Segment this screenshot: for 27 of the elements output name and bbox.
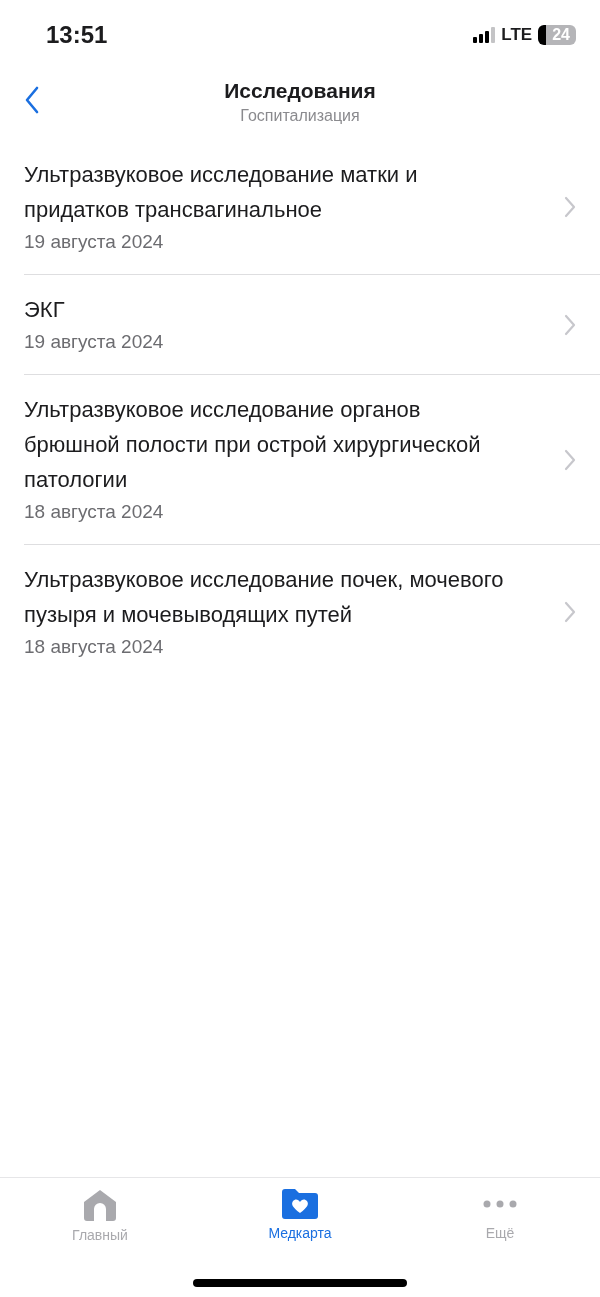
screen-title: Исследования bbox=[224, 79, 376, 103]
study-date: 18 августа 2024 bbox=[24, 500, 165, 524]
home-icon bbox=[83, 1189, 117, 1221]
study-date: 19 августа 2024 bbox=[24, 330, 165, 354]
study-list-item[interactable]: Ультразвуковое исследование почек, мочевого пузыря и мочевыводящих путей 18 августа 2024 bbox=[24, 545, 600, 679]
signal-icon bbox=[473, 27, 496, 43]
screen-subtitle: Госпитализация bbox=[240, 107, 360, 125]
study-list-item[interactable]: Ультразвуковое исследование матки и придатков трансвагинальное 19 августа 2024 bbox=[24, 140, 600, 275]
study-list-item[interactable]: Ультразвуковое исследование органов брюшной полости при острой хирургической патологии 18 августа 2024 bbox=[24, 375, 600, 545]
chevron-icon bbox=[564, 448, 576, 471]
study-date: 18 августа 2024 bbox=[24, 635, 165, 659]
network-label: LTE bbox=[501, 25, 533, 45]
chevron-icon bbox=[564, 313, 576, 336]
more-icon bbox=[483, 1200, 517, 1208]
tab-bar-item[interactable]: Медкарта bbox=[200, 1188, 400, 1244]
study-title: Ультразвуковое исследование матки и придатков трансвагинальное bbox=[24, 161, 419, 224]
study-date: 19 августа 2024 bbox=[24, 230, 165, 254]
study-title: Ультразвуковое исследование почек, мочевого пузыря и мочевыводящих путей bbox=[24, 566, 505, 629]
battery-indicator: 24 bbox=[538, 25, 576, 45]
chevron-icon bbox=[564, 196, 576, 218]
chevron-icon bbox=[564, 601, 576, 623]
back-button[interactable] bbox=[24, 86, 40, 114]
folder-heart-icon bbox=[282, 1189, 318, 1219]
study-list-item[interactable]: ЭКГ 19 августа 2024 bbox=[24, 275, 600, 375]
study-title: Ультразвуковое исследование органов брюшной полости при острой хирургической патологии bbox=[24, 396, 482, 494]
study-title: ЭКГ bbox=[24, 296, 66, 324]
status-time: 13:51 bbox=[46, 21, 108, 49]
